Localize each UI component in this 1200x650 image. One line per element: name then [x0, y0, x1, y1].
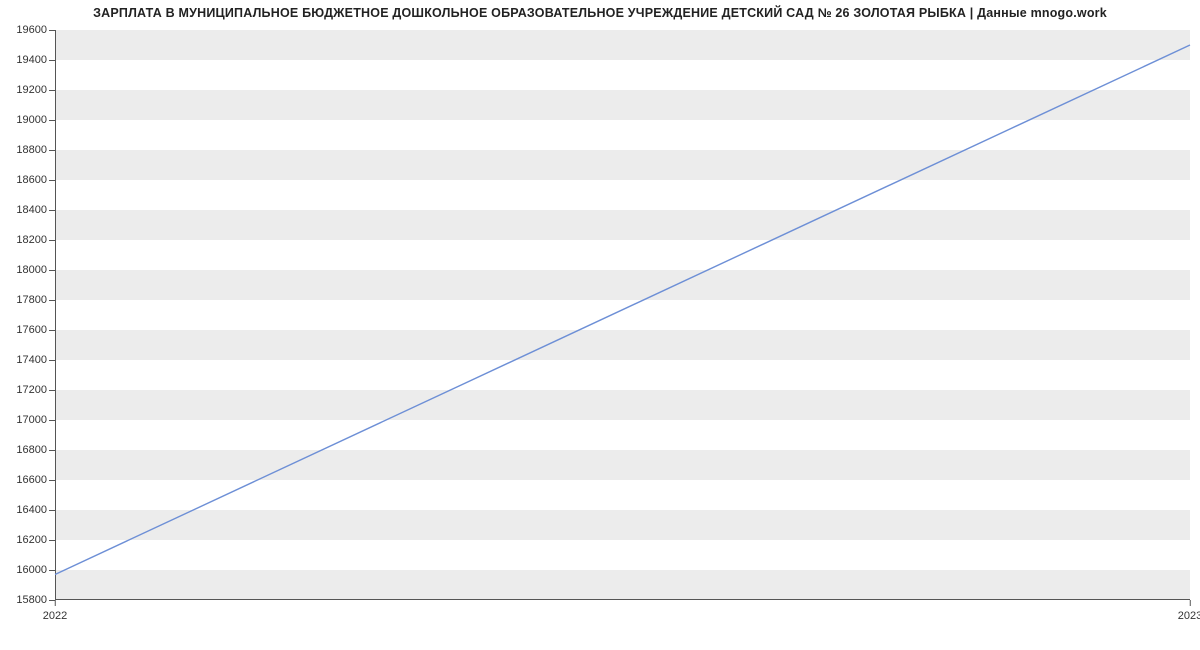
- x-tick-label: 2023: [1178, 600, 1200, 622]
- y-tick-label: 19600: [16, 24, 55, 36]
- y-tick-label: 17200: [16, 384, 55, 396]
- y-tick-label: 18200: [16, 234, 55, 246]
- y-tick-label: 16800: [16, 444, 55, 456]
- y-tick-label: 18000: [16, 264, 55, 276]
- y-tick-label: 16600: [16, 474, 55, 486]
- plot-area: 1580016000162001640016600168001700017200…: [55, 30, 1190, 600]
- y-tick-label: 19200: [16, 84, 55, 96]
- y-tick-label: 17000: [16, 414, 55, 426]
- y-tick-label: 18600: [16, 174, 55, 186]
- y-tick-label: 17600: [16, 324, 55, 336]
- y-tick-label: 17800: [16, 294, 55, 306]
- y-tick-label: 16000: [16, 564, 55, 576]
- y-tick-label: 16400: [16, 504, 55, 516]
- series-line: [55, 45, 1190, 575]
- y-tick-label: 17400: [16, 354, 55, 366]
- chart-container: ЗАРПЛАТА В МУНИЦИПАЛЬНОЕ БЮДЖЕТНОЕ ДОШКО…: [0, 0, 1200, 650]
- y-tick-label: 16200: [16, 534, 55, 546]
- y-tick-label: 18800: [16, 144, 55, 156]
- y-tick-label: 19400: [16, 54, 55, 66]
- x-tick-label: 2022: [43, 600, 67, 622]
- y-tick-label: 18400: [16, 204, 55, 216]
- y-tick-label: 19000: [16, 114, 55, 126]
- chart-title: ЗАРПЛАТА В МУНИЦИПАЛЬНОЕ БЮДЖЕТНОЕ ДОШКО…: [0, 6, 1200, 20]
- line-layer: [55, 30, 1190, 600]
